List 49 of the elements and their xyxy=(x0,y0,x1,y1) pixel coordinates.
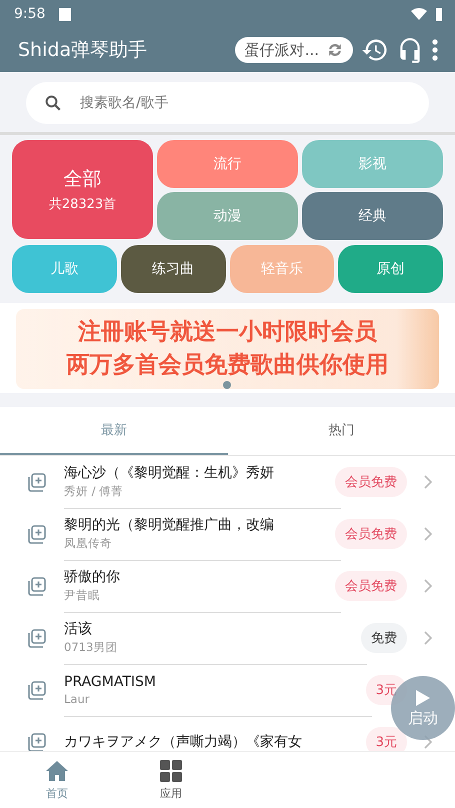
carousel-dot xyxy=(223,381,231,389)
price-tag: 会员免费 xyxy=(335,467,407,497)
play-icon xyxy=(415,688,431,706)
chevron-right-icon[interactable] xyxy=(423,630,433,646)
song-title[interactable]: 海心沙（《黎明觉醒：生机》秀妍 xyxy=(64,464,319,482)
add-to-list-icon[interactable] xyxy=(26,523,48,545)
song-artist: 凤凰传奇 xyxy=(64,536,113,551)
song-artist: 0713男团 xyxy=(64,640,118,655)
price-tag: 会员免费 xyxy=(335,519,407,549)
wifi-icon xyxy=(411,8,427,20)
song-title[interactable]: 黎明的光（黎明觉醒推广曲，改编 xyxy=(64,516,319,534)
song-artist: 秀妍 / 傅菁 xyxy=(64,484,124,499)
chevron-right-icon[interactable] xyxy=(423,578,433,594)
chevron-right-icon[interactable] xyxy=(423,474,433,490)
song-title[interactable]: PRAGMATISM xyxy=(64,674,350,690)
more-icon[interactable] xyxy=(431,38,439,62)
banner-text: 注冊账号就送一小时限时会员 xyxy=(78,318,377,347)
song-artist: 尹昔眠 xyxy=(64,588,101,603)
status-time: 9:58 xyxy=(14,6,46,22)
add-to-list-icon[interactable] xyxy=(26,575,48,597)
home-icon xyxy=(45,760,69,782)
song-count: 共28323首 xyxy=(48,196,116,213)
search-field[interactable]: 搜素歌名/歌手 xyxy=(26,82,429,124)
add-to-list-icon[interactable] xyxy=(26,627,48,649)
category-button[interactable]: 原创 xyxy=(338,245,443,293)
search-icon xyxy=(44,94,62,112)
notification-icon xyxy=(59,8,72,20)
category-button[interactable]: 经典 xyxy=(302,192,443,240)
song-chip[interactable]: 蛋仔派对... xyxy=(234,37,353,63)
add-to-list-icon[interactable] xyxy=(26,731,48,751)
price-tag: 免费 xyxy=(361,623,407,653)
category-button[interactable]: 流行 xyxy=(157,140,298,188)
battery-icon xyxy=(435,7,443,21)
song-artist: Laur xyxy=(64,692,90,706)
chevron-right-icon[interactable] xyxy=(423,526,433,542)
add-to-list-icon[interactable] xyxy=(26,679,48,701)
app-title: Shida弹琴助手 xyxy=(18,38,148,63)
price-tag: 会员免费 xyxy=(335,571,407,601)
song-title[interactable]: 骄傲的你 xyxy=(64,568,319,586)
grid-icon xyxy=(160,760,182,782)
category-all[interactable]: 全部 共28323首 xyxy=(12,140,153,239)
category-button[interactable]: 动漫 xyxy=(157,192,298,240)
category-button[interactable]: 练习曲 xyxy=(120,245,226,293)
promo-banner[interactable]: 注冊账号就送一小时限时会员 两万多首会员免费歌曲供你使用 xyxy=(16,309,439,389)
song-title[interactable]: 活该 xyxy=(64,620,345,638)
add-to-list-icon[interactable] xyxy=(26,471,48,493)
price-tag: 3元 xyxy=(366,727,407,751)
banner-text: 两万多首会员免费歌曲供你使用 xyxy=(66,351,388,380)
song-title[interactable]: カワキヲアメク（声嘶力竭）《家有女 xyxy=(64,732,350,750)
